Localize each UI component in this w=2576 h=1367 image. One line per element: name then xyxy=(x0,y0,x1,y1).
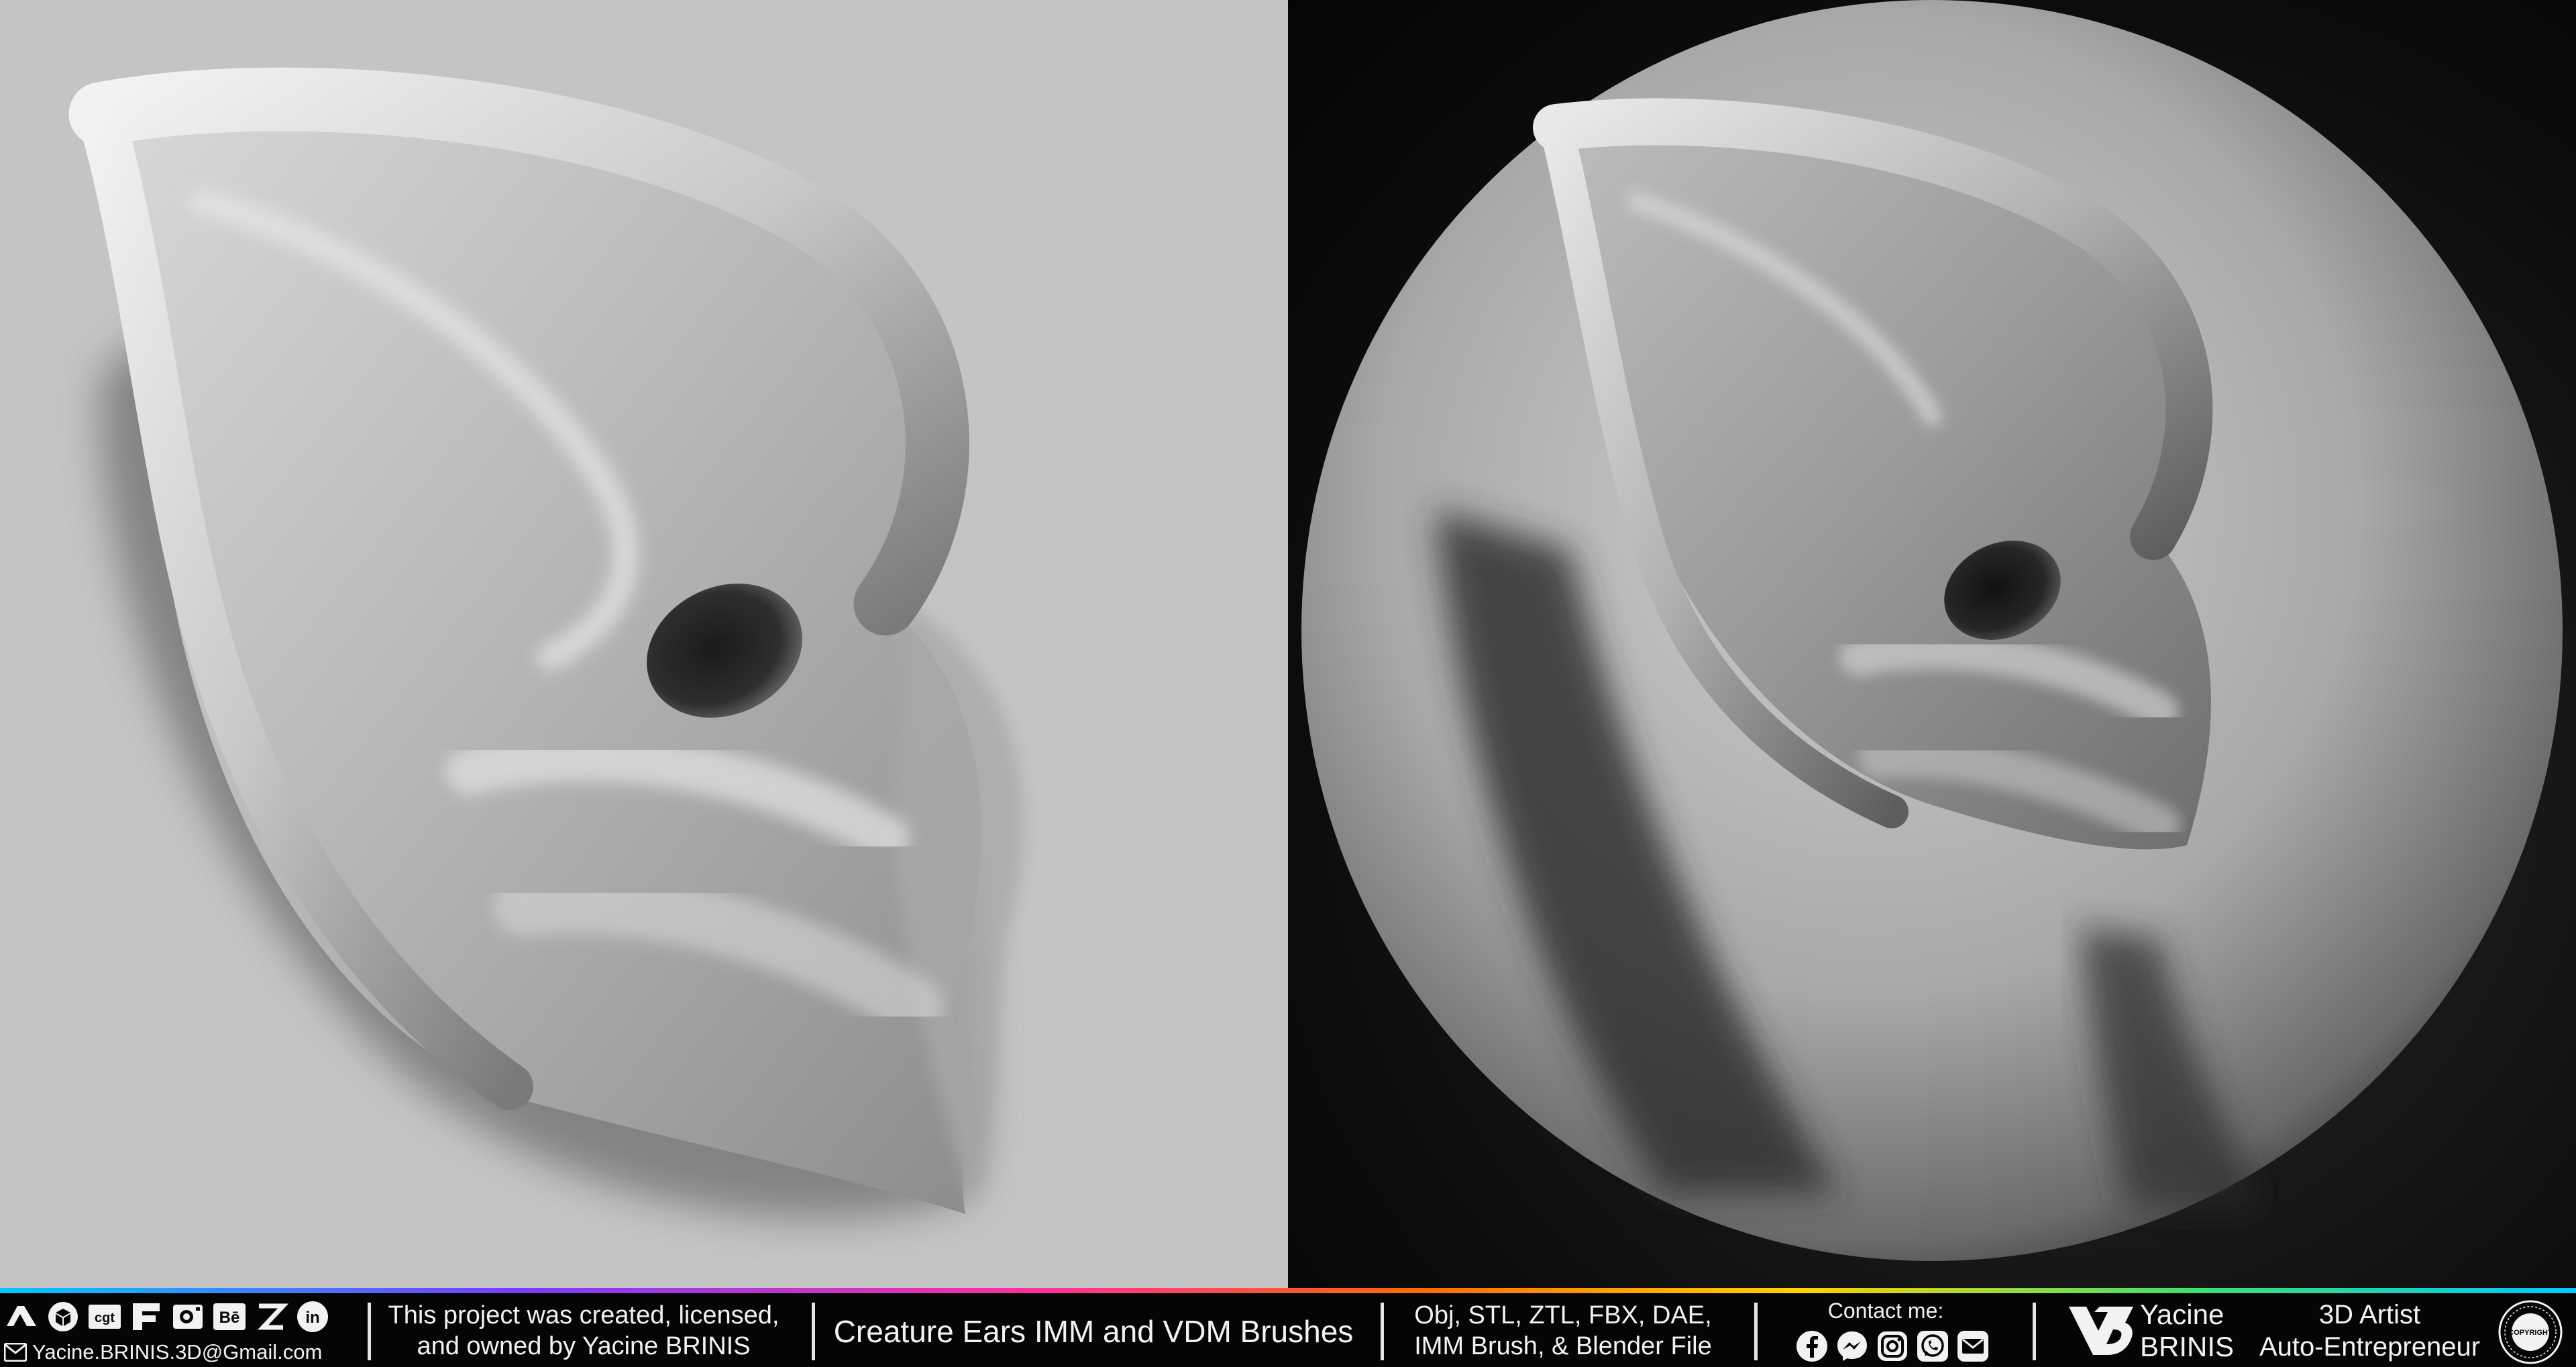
separator-3 xyxy=(1381,1303,1384,1360)
brand-name: Yacine BRINIS xyxy=(2140,1299,2241,1363)
brand-first-name: Yacine xyxy=(2140,1299,2224,1330)
project-credit: This project was created, licensed, and … xyxy=(386,1300,782,1362)
linkedin-label: in xyxy=(305,1309,319,1327)
facebook-icon[interactable] xyxy=(1795,1329,1829,1363)
camera-icon[interactable] xyxy=(170,1299,205,1334)
cgtrader-icon[interactable]: cgt xyxy=(87,1299,122,1334)
role-line-1: 3D Artist xyxy=(2318,1300,2421,1329)
email-text: Yacine.BRINIS.3D@Gmail.com xyxy=(32,1340,323,1364)
artstation-icon[interactable] xyxy=(4,1299,39,1334)
separator-2 xyxy=(812,1303,815,1360)
rainbow-divider xyxy=(0,1288,2576,1293)
platform-icons: cgt Bē in xyxy=(4,1297,330,1336)
separator-4 xyxy=(1754,1303,1758,1360)
flat-ear-render xyxy=(68,67,1024,1219)
contact-icons xyxy=(1795,1329,1990,1363)
left-render-panel xyxy=(0,0,1288,1288)
behance-icon[interactable]: Bē xyxy=(212,1299,247,1334)
brand-last-name: BRINIS xyxy=(2140,1331,2235,1362)
sketchfab-icon[interactable] xyxy=(46,1299,80,1334)
mail-icon xyxy=(4,1343,27,1362)
linkedin-icon[interactable]: in xyxy=(295,1299,330,1334)
role-info: 3D Artist Auto-Entrepreneur xyxy=(2254,1299,2485,1363)
product-title: Creature Ears IMM and VDM Brushes xyxy=(833,1314,1354,1349)
project-line-2: and owned by Yacine BRINIS xyxy=(417,1332,751,1360)
patreon-icon[interactable] xyxy=(254,1299,288,1334)
separator-1 xyxy=(368,1303,371,1360)
role-line-2: Auto-Entrepreneur xyxy=(2259,1332,2481,1362)
instagram-icon[interactable] xyxy=(1876,1329,1909,1363)
messenger-icon[interactable] xyxy=(1835,1329,1869,1363)
copyright-label: COPYRIGHT xyxy=(2508,1329,2553,1337)
behance-label: Bē xyxy=(219,1309,240,1327)
project-line-1: This project was created, licensed, xyxy=(388,1301,780,1329)
fab-icon[interactable] xyxy=(129,1299,164,1334)
yb-logo-icon xyxy=(2066,1303,2140,1359)
cgt-label: cgt xyxy=(95,1311,115,1325)
formats-line-2: IMM Brush, & Blender File xyxy=(1414,1332,1712,1360)
email-icon[interactable] xyxy=(1956,1329,1990,1363)
footer-bar: cgt Bē in Yacine.BRINIS.3D@Gmail.com Thi… xyxy=(0,1293,2576,1367)
email-contact[interactable]: Yacine.BRINIS.3D@Gmail.com xyxy=(4,1340,322,1364)
right-render-panel xyxy=(1288,0,2576,1288)
contact-label: Contact me: xyxy=(1827,1299,1944,1323)
formats-line-1: Obj, STL, ZTL, FBX, DAE, xyxy=(1414,1301,1712,1329)
whatsapp-icon[interactable] xyxy=(1916,1329,1949,1363)
copyright-seal-icon: COPYRIGHT xyxy=(2497,1299,2564,1366)
render-stage xyxy=(0,0,2576,1288)
file-formats: Obj, STL, ZTL, FBX, DAE, IMM Brush, & Bl… xyxy=(1395,1300,1731,1362)
separator-5 xyxy=(2033,1303,2036,1360)
sphere-ear-render xyxy=(1301,0,2563,1261)
